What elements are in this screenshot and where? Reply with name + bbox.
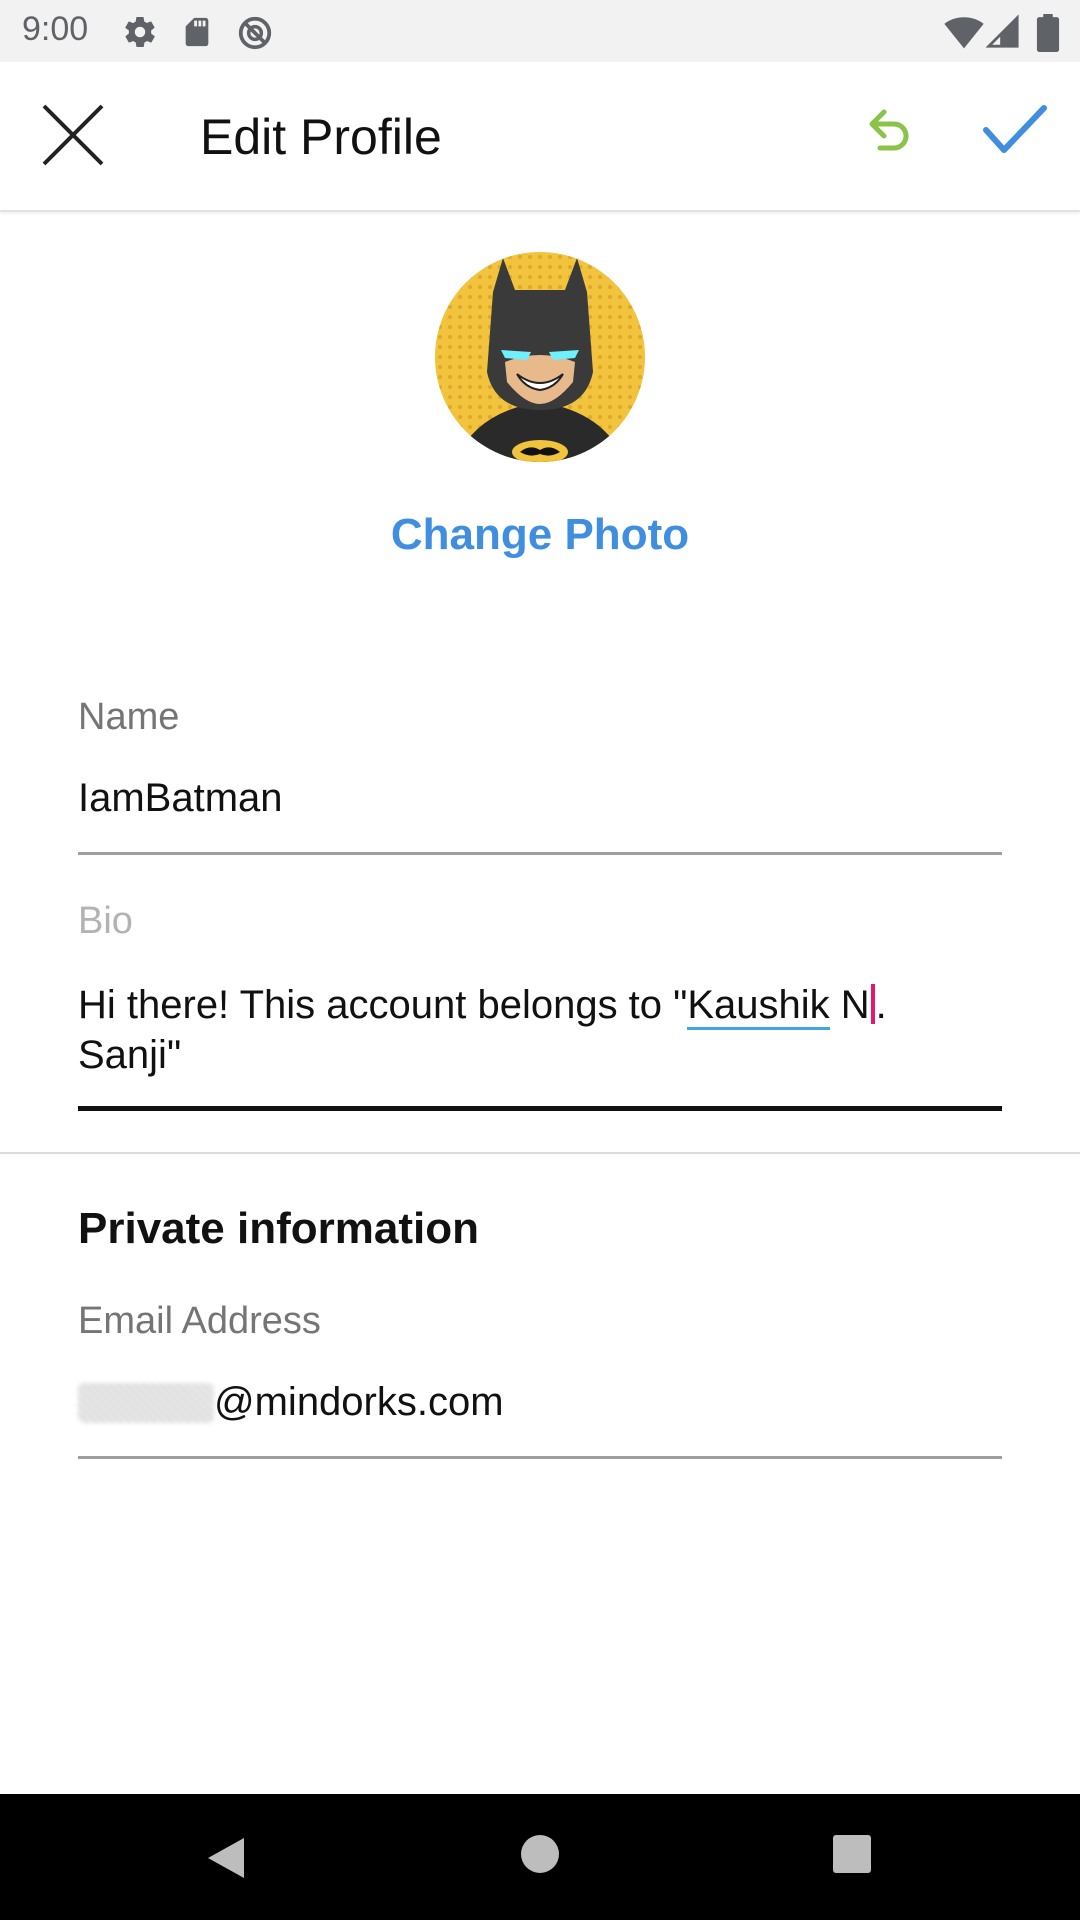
name-label: Name	[78, 696, 180, 738]
recents-icon[interactable]	[832, 1834, 872, 1874]
bio-label: Bio	[78, 900, 133, 942]
status-time: 9:00	[22, 10, 89, 48]
status-bar: 9:00	[0, 0, 1080, 62]
bio-text-line2: Sanji"	[78, 1033, 182, 1077]
email-domain: @mindorks.com	[214, 1380, 504, 1424]
undo-icon[interactable]	[864, 106, 914, 158]
bio-field[interactable]: Hi there! This account belongs to "Kaush…	[78, 980, 998, 1080]
bio-text-end: .	[875, 983, 887, 1027]
email-field[interactable]: @mindorks.com	[78, 1380, 998, 1425]
wifi-icon	[944, 17, 984, 49]
name-field[interactable]: IamBatman	[78, 776, 998, 821]
back-icon[interactable]	[204, 1834, 248, 1882]
change-photo-button[interactable]: Change Photo	[0, 510, 1080, 560]
name-underline	[78, 852, 1002, 855]
home-icon[interactable]	[520, 1834, 560, 1874]
section-divider	[0, 1152, 1080, 1154]
checkmark-icon[interactable]	[982, 104, 1048, 158]
no-sync-icon	[238, 16, 272, 50]
bio-underline	[78, 1106, 1002, 1111]
signal-icon	[986, 14, 1019, 48]
navigation-bar	[0, 1794, 1080, 1920]
email-underline	[78, 1456, 1002, 1459]
bio-text-middle: N	[829, 983, 870, 1027]
avatar[interactable]	[435, 252, 645, 462]
sd-card-icon	[185, 17, 209, 47]
bio-text-start: Hi there! This account belongs to "	[78, 983, 688, 1027]
close-icon[interactable]	[40, 102, 106, 168]
gear-icon	[125, 16, 155, 48]
page-title: Edit Profile	[200, 109, 442, 165]
app-bar: Edit Profile	[0, 62, 1080, 212]
email-label: Email Address	[78, 1300, 321, 1342]
bio-link-word: Kaushik	[687, 983, 830, 1030]
battery-icon	[1036, 14, 1060, 52]
private-info-title: Private information	[78, 1204, 479, 1253]
redacted-email-user	[78, 1383, 214, 1423]
text-cursor	[870, 984, 875, 1024]
batman-avatar-image	[435, 252, 645, 462]
